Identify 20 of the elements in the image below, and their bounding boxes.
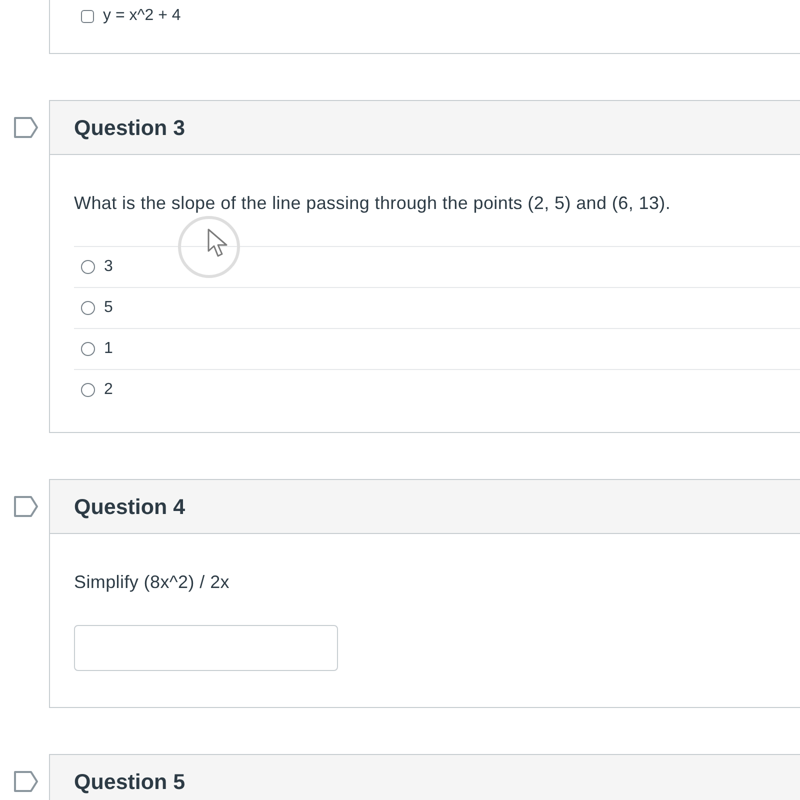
answer-label: 3: [104, 257, 113, 277]
answer-label: y = x^2 + 4: [103, 6, 181, 26]
question-title: Question 5: [74, 770, 186, 794]
answer-label: 5: [104, 298, 113, 318]
pointer-icon: [207, 228, 229, 259]
checkbox[interactable]: [81, 10, 94, 22]
flag-icon[interactable]: [14, 496, 38, 517]
question-text: Simplify (8x^2) / 2x: [74, 571, 230, 594]
question-text: What is the slope of the line passing through the points (2, 5) and (6, 13).: [74, 192, 672, 215]
radio-button[interactable]: [81, 301, 95, 315]
answer-label: 2: [104, 380, 113, 400]
flag-icon[interactable]: [14, 117, 38, 138]
flag-icon[interactable]: [14, 771, 38, 792]
question-title: Question 4: [74, 494, 186, 518]
radio-button[interactable]: [81, 342, 95, 356]
radio-button[interactable]: [81, 260, 95, 274]
answer-label: 1: [104, 339, 113, 359]
answer-input[interactable]: [74, 625, 338, 671]
radio-button[interactable]: [81, 383, 95, 397]
question-title: Question 3: [74, 116, 186, 140]
